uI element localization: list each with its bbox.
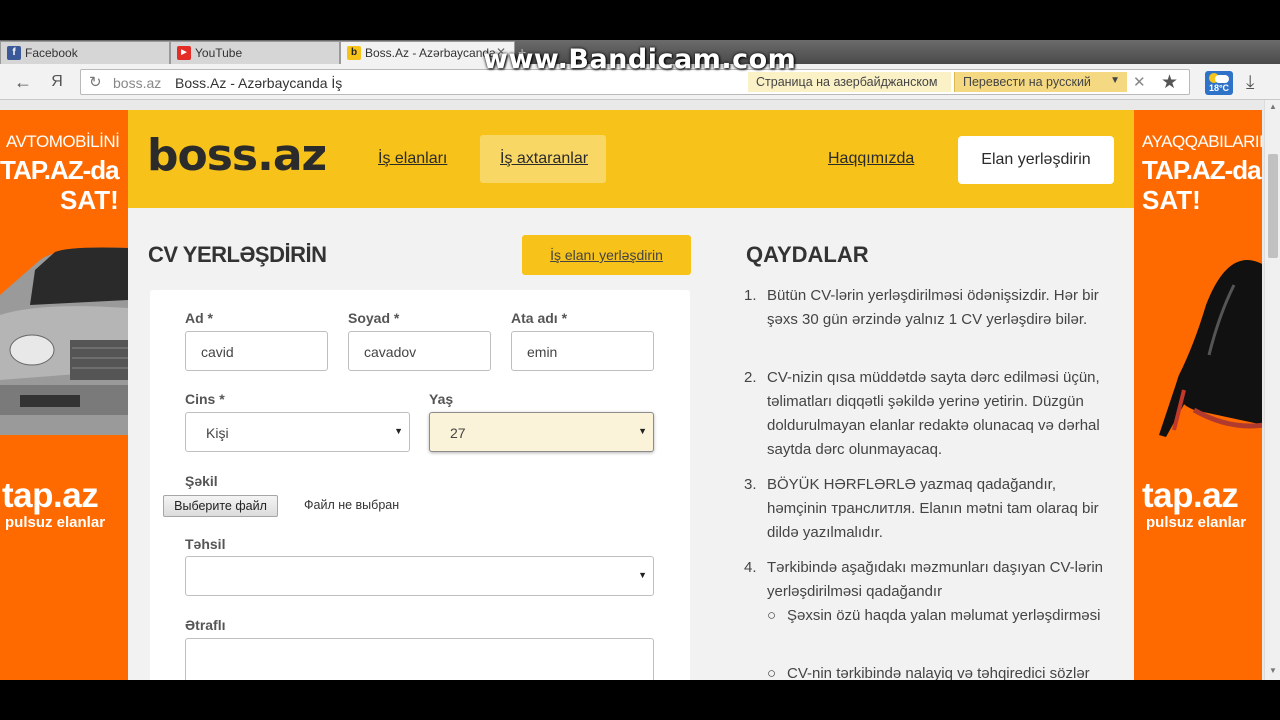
gender-value: Kişi [206, 425, 229, 441]
ad-line3: SAT! [1142, 185, 1201, 215]
screen: f Facebook ▶ YouTube b Boss.Az - Azərbay… [0, 0, 1280, 720]
nav-about[interactable]: Haqqımızda [828, 150, 914, 168]
site-content: boss.az İş elanları İş axtaranlar Haqqım… [128, 110, 1134, 680]
site-logo[interactable]: boss.az [147, 130, 327, 181]
rule-number: 4. [744, 559, 757, 576]
youtube-icon: ▶ [177, 46, 191, 60]
page-viewport: AVTOMOBİLİNİ TAP.AZ-da SAT! tap.az pulsu… [0, 100, 1280, 680]
label-patronymic: Ata adı * [511, 310, 568, 326]
translate-button-label: Перевести на русский [963, 75, 1091, 89]
age-value: 27 [450, 425, 466, 441]
dropdown-arrow-icon[interactable]: ▼ [1110, 75, 1120, 86]
label-last-name: Soyad * [348, 310, 400, 326]
page-scrollbar[interactable]: ▲ ▼ [1264, 100, 1280, 680]
label-education: Təhsil [185, 536, 226, 552]
age-select[interactable]: 27 ▼ [429, 412, 654, 452]
rule-text: BÖYÜK HƏRFLƏRLƏ yazmaq qadağandır, həmçi… [767, 476, 1099, 541]
ad-line3: SAT! [60, 185, 119, 215]
url-page-title: Boss.Az - Azərbaycanda İş [175, 75, 343, 91]
shoe-image [1159, 260, 1262, 437]
cloud-icon [1215, 75, 1229, 83]
tab-label: YouTube [195, 46, 243, 60]
reload-icon[interactable]: ↻ [89, 73, 102, 91]
bullet-icon: ○ [767, 665, 777, 680]
translate-info-text: Страница на азербайджанском [756, 75, 938, 89]
yandex-icon: Я [51, 73, 63, 90]
back-arrow-icon: ← [14, 72, 32, 92]
weather-widget[interactable]: 18°C [1205, 71, 1233, 95]
recording-watermark: www.Bandicam.com [483, 44, 797, 75]
ad-tagline: pulsuz elanlar [5, 514, 106, 531]
translate-button[interactable]: Перевести на русский ▼ [954, 72, 1127, 92]
scroll-down-icon[interactable]: ▼ [1269, 666, 1277, 675]
download-icon[interactable]: ⤓ [1246, 72, 1254, 94]
tab-facebook[interactable]: f Facebook [0, 41, 170, 64]
nav-job-seekers-label: İş axtaranlar [500, 150, 589, 167]
label-gender: Cins * [185, 391, 225, 407]
scroll-thumb[interactable] [1268, 154, 1278, 258]
rule-subitem-text: CV-nin tərkibində nalayiq və təhqiredici… [787, 665, 1090, 680]
recording-letterbox-top [0, 0, 1280, 40]
rule-text: Bütün CV-lərin yerləşdirilməsi ödənişsiz… [767, 287, 1099, 328]
ad-line2: TAP.AZ-da [1142, 155, 1262, 185]
details-textarea[interactable] [185, 638, 654, 680]
ad-tagline: pulsuz elanlar [1146, 514, 1247, 531]
facebook-icon: f [7, 46, 21, 60]
car-image [0, 247, 128, 435]
bullet-icon: ○ [767, 607, 777, 624]
ad-brand: tap.az [1142, 476, 1239, 515]
rule-subitem-text: Şəxsin özü haqda yalan məlumat yerləşdir… [787, 607, 1101, 624]
site-header: boss.az İş elanları İş axtaranlar Haqqım… [128, 110, 1134, 208]
scroll-up-icon[interactable]: ▲ [1269, 102, 1277, 111]
rule-number: 3. [744, 476, 757, 493]
chevron-down-icon: ▼ [638, 570, 647, 580]
gender-select[interactable]: Kişi ▼ [185, 412, 410, 452]
choose-file-button[interactable]: Выберите файл [163, 495, 278, 517]
recording-letterbox-bottom [0, 680, 1280, 720]
ad-line1: AYAQQABILARINI [1142, 132, 1262, 151]
rule-text: Tərkibində aşağıdakı məzmunları daşıyan … [767, 559, 1103, 600]
translate-info: Страница на азербайджанском [748, 72, 951, 92]
ad-line1: AVTOMOBİLİNİ [6, 132, 120, 151]
label-photo: Şəkil [185, 473, 218, 489]
ad-line2: TAP.AZ-da [0, 155, 120, 185]
cv-form: Ad * Soyad * Ata adı * cavid cavadov emi… [150, 290, 690, 680]
bossaz-icon: b [347, 46, 361, 60]
page-title: CV YERLƏŞDİRİN [148, 242, 327, 267]
label-age: Yaş [429, 391, 454, 407]
chevron-down-icon: ▼ [638, 426, 647, 436]
yandex-button[interactable]: Я [46, 72, 68, 92]
ad-brand: tap.az [2, 476, 99, 515]
url-host: boss.az [113, 75, 162, 91]
first-name-input[interactable]: cavid [185, 331, 328, 371]
ad-banner-right[interactable]: AYAQQABILARINI TAP.AZ-da SAT! tap.az pul… [1134, 110, 1262, 680]
rule-number: 2. [744, 369, 757, 386]
translate-close-icon[interactable]: ✕ [1133, 73, 1146, 91]
patronymic-input[interactable]: emin [511, 331, 654, 371]
ad-banner-left[interactable]: AVTOMOBİLİNİ TAP.AZ-da SAT! tap.az pulsu… [0, 110, 128, 680]
chevron-down-icon: ▼ [394, 426, 403, 436]
rule-number: 1. [744, 287, 757, 304]
tab-youtube[interactable]: ▶ YouTube [170, 41, 340, 64]
tab-label: Boss.Az - Azərbaycanda [365, 46, 496, 60]
bookmark-star-icon[interactable]: ★ [1161, 71, 1178, 94]
rules-title: QAYDALAR [746, 242, 869, 267]
tab-label: Facebook [25, 46, 78, 60]
last-name-input[interactable]: cavadov [348, 331, 491, 371]
label-details: Ətraflı [185, 617, 226, 633]
nav-job-seekers[interactable]: İş axtaranlar [480, 135, 606, 183]
back-button[interactable]: ← [12, 72, 34, 92]
post-ad-button[interactable]: Elan yerləşdirin [958, 136, 1114, 184]
nav-jobs[interactable]: İş elanları [378, 150, 447, 168]
post-job-button[interactable]: İş elanı yerləşdirin [522, 235, 691, 275]
weather-temp: 18°C [1208, 83, 1230, 93]
label-first-name: Ad * [185, 310, 213, 326]
rule-text: CV-nizin qısa müddətdə sayta dərc edilmə… [767, 369, 1100, 458]
file-status: Файл не выбран [304, 498, 400, 512]
education-select[interactable]: ▼ [185, 556, 654, 596]
